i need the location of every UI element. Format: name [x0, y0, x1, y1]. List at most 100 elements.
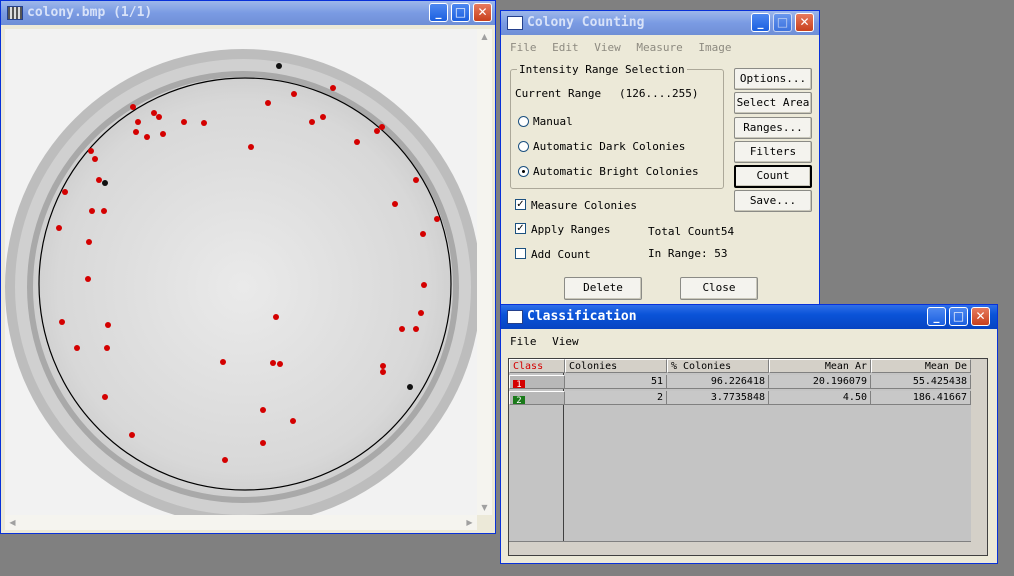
close-button[interactable]: ✕: [795, 13, 814, 32]
table-row-mean-density[interactable]: 186.41667: [871, 391, 971, 405]
colony-marker: [260, 407, 266, 413]
intensity-range-group: Intensity Range Selection Current Range …: [510, 63, 724, 189]
colony-marker: [105, 322, 111, 328]
save-button[interactable]: Save...: [734, 190, 812, 212]
minimize-button[interactable]: _: [429, 3, 448, 22]
colony-marker: [392, 201, 398, 207]
close-button[interactable]: ✕: [473, 3, 492, 22]
scroll-down-icon[interactable]: ▼: [477, 500, 492, 515]
table-horizontal-scrollbar[interactable]: [509, 541, 971, 555]
apply-ranges-checkbox[interactable]: ✓: [515, 223, 526, 234]
colony-marker: [151, 110, 157, 116]
class-color-swatch: 1: [513, 380, 525, 388]
close-button[interactable]: ✕: [971, 307, 990, 326]
maximize-button[interactable]: □: [773, 13, 792, 32]
table-row-percent[interactable]: 96.226418: [667, 375, 769, 389]
menu-measure[interactable]: Measure: [636, 41, 682, 54]
column-header-mean-density[interactable]: Mean De: [871, 359, 971, 373]
petri-dish-image: [5, 29, 477, 515]
column-header-percent[interactable]: % Colonies: [667, 359, 769, 373]
apply-ranges-label[interactable]: Apply Ranges: [531, 223, 610, 236]
colony-marker: [160, 131, 166, 137]
dark-colonies-radio[interactable]: [518, 141, 529, 152]
add-count-label[interactable]: Add Count: [531, 248, 591, 261]
table-row-mean-area[interactable]: 20.196079: [769, 375, 871, 389]
colony-marker: [413, 326, 419, 332]
table-row-colonies[interactable]: 51: [565, 375, 667, 389]
colony-image-canvas[interactable]: [5, 29, 477, 515]
colony-marker: [309, 119, 315, 125]
table-row-class-cell[interactable]: 2: [509, 391, 565, 405]
maximize-button[interactable]: □: [949, 307, 968, 326]
intensity-range-legend: Intensity Range Selection: [517, 63, 687, 76]
menu-file[interactable]: File: [510, 335, 537, 348]
classification-table[interactable]: Class Colonies % Colonies Mean Ar Mean D…: [508, 358, 988, 556]
table-row-colonies[interactable]: 2: [565, 391, 667, 405]
manual-radio[interactable]: [518, 116, 529, 127]
menu-edit[interactable]: Edit: [552, 41, 579, 54]
options-button[interactable]: Options...: [734, 68, 812, 90]
colony-marker: [104, 345, 110, 351]
menu-file[interactable]: File: [510, 41, 537, 54]
dark-colony-marker: [276, 63, 282, 69]
dark-colony-marker: [102, 180, 108, 186]
current-range-value: (126....255): [619, 87, 699, 100]
measure-colonies-label[interactable]: Measure Colonies: [531, 199, 637, 212]
menu-view[interactable]: View: [594, 41, 621, 54]
colony-marker: [413, 177, 419, 183]
colony-marker: [181, 119, 187, 125]
horizontal-scrollbar[interactable]: ◀ ▶: [5, 515, 477, 530]
colony-marker: [102, 394, 108, 400]
delete-button[interactable]: Delete: [564, 277, 642, 300]
colony-counting-titlebar[interactable]: Colony Counting _ □ ✕: [501, 11, 819, 35]
app-window-icon: [507, 310, 523, 324]
colony-marker: [277, 361, 283, 367]
bright-colonies-radio-label[interactable]: Automatic Bright Colonies: [533, 165, 699, 178]
minimize-icon: _: [757, 15, 764, 29]
scroll-left-icon[interactable]: ◀: [5, 515, 20, 530]
menu-image[interactable]: Image: [698, 41, 731, 54]
ranges-button[interactable]: Ranges...: [734, 117, 812, 139]
select-area-button[interactable]: Select Area: [734, 92, 812, 114]
colony-marker: [320, 114, 326, 120]
scroll-up-icon[interactable]: ▲: [477, 29, 492, 44]
table-vertical-scrollbar[interactable]: [971, 359, 987, 555]
close-icon: ✕: [799, 15, 810, 29]
image-file-icon: [7, 6, 23, 20]
menu-view[interactable]: View: [552, 335, 579, 348]
minimize-button[interactable]: _: [751, 13, 770, 32]
colony-marker: [379, 124, 385, 130]
manual-radio-label[interactable]: Manual: [533, 115, 573, 128]
table-row-mean-density[interactable]: 55.425438: [871, 375, 971, 389]
colony-marker: [133, 129, 139, 135]
classification-titlebar[interactable]: Classification _ □ ✕: [501, 305, 997, 329]
dark-colony-marker: [407, 384, 413, 390]
colony-marker: [101, 208, 107, 214]
count-button[interactable]: Count: [734, 165, 812, 188]
colony-marker: [374, 128, 380, 134]
vertical-scrollbar[interactable]: ▲ ▼: [477, 29, 492, 515]
filters-button[interactable]: Filters: [734, 141, 812, 163]
colony-marker: [380, 369, 386, 375]
colony-marker: [330, 85, 336, 91]
maximize-button[interactable]: □: [451, 3, 470, 22]
colony-marker: [74, 345, 80, 351]
table-row-class-cell[interactable]: 1: [509, 375, 565, 389]
colony-window-titlebar[interactable]: colony.bmp (1/1) _ □ ✕: [1, 1, 495, 25]
bright-colonies-radio[interactable]: [518, 166, 529, 177]
counting-menubar: File Edit View Measure Image: [510, 41, 815, 59]
column-header-colonies[interactable]: Colonies: [565, 359, 667, 373]
colony-marker: [201, 120, 207, 126]
table-row-mean-area[interactable]: 4.50: [769, 391, 871, 405]
column-header-class[interactable]: Class: [509, 359, 565, 373]
dark-colonies-radio-label[interactable]: Automatic Dark Colonies: [533, 140, 685, 153]
colony-marker: [129, 432, 135, 438]
table-row-percent[interactable]: 3.7735848: [667, 391, 769, 405]
close-dialog-button[interactable]: Close: [680, 277, 758, 300]
scroll-right-icon[interactable]: ▶: [462, 515, 477, 530]
add-count-checkbox[interactable]: [515, 248, 526, 259]
colony-window-title: colony.bmp (1/1): [27, 5, 153, 20]
minimize-button[interactable]: _: [927, 307, 946, 326]
measure-colonies-checkbox[interactable]: ✓: [515, 199, 526, 210]
column-header-mean-area[interactable]: Mean Ar: [769, 359, 871, 373]
